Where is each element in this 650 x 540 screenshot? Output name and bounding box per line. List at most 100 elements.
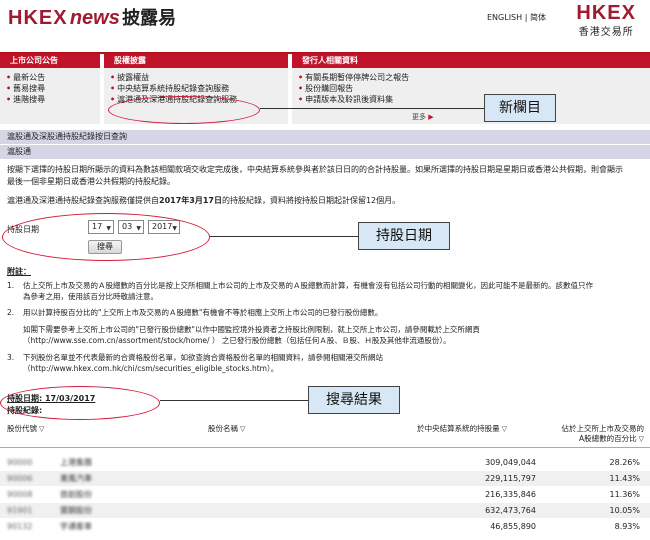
bullet-icon: •: [110, 73, 116, 82]
menu-item-label: 申請版本及聆訊後資料集: [305, 95, 394, 104]
menu-item-label: 中央結算系統持股紀錄查詢服務: [117, 84, 230, 93]
brand-cn-text: 香港交易所: [578, 27, 634, 38]
callout-search-result: 搜尋結果: [308, 386, 400, 414]
col-header-label: 佔於上交所上市及交易的: [561, 424, 645, 433]
callout-connector: [210, 236, 358, 237]
bullet-icon: •: [298, 73, 304, 82]
table-header: 股份代號 ▽ 股份名稱 ▽ 於中央結算系統的持股量 ▽ 佔於上交所上市及交易的 A股總…: [0, 420, 650, 448]
menu-col-body: • 最新公告 • 舊易搜尋 • 進階搜尋: [0, 68, 100, 124]
cell-stock-name: 東風汽車: [60, 474, 92, 483]
logo-news-text: news: [69, 7, 120, 29]
col-header-pct[interactable]: 佔於上交所上市及交易的 A股總數的百分比 ▽: [562, 424, 645, 444]
menu-item[interactable]: • 舊易搜尋: [6, 83, 100, 94]
hkexnews-logo[interactable]: HKEX news 披露易: [8, 4, 176, 30]
col-header-label: 於中央結算系統的持股量: [417, 424, 500, 433]
note-line: 下列股份名單並不代表最新的合資格股份名單，如欲查詢合資格股份名單的相關資料，請參…: [23, 353, 383, 362]
cell-stock-name: 寶鋼股份: [60, 506, 92, 515]
hkex-brand-logo[interactable]: HKEX 香港交易所: [576, 2, 636, 38]
cell-percent: 8.93%: [614, 522, 640, 531]
more-label: 更多: [412, 113, 426, 121]
menu-item[interactable]: • 最新公告: [6, 72, 100, 83]
col-header-name[interactable]: 股份名稱 ▽: [208, 424, 245, 434]
cell-stock-code: 90008: [7, 490, 33, 499]
menu-item[interactable]: • 申請版本及聆訊後資料集: [298, 94, 650, 105]
cell-percent: 28.26%: [609, 458, 640, 467]
menu-col-title[interactable]: 上市公司公告: [0, 54, 100, 68]
note-text: 估上交所上市及交易的Ａ股總數的百分比是按上交所相關上市公司的上市及交易的Ａ股總數…: [23, 280, 648, 302]
note-line: 如閣下需要參考上交所上市公司的"已發行股份總數"以作中國監控境外投資者之持股比例…: [23, 325, 480, 334]
col-header-label: 股份代號: [7, 424, 37, 433]
callout-holding-date: 持股日期: [358, 222, 450, 250]
menu-col-title[interactable]: 股權披露: [104, 54, 288, 68]
table-row: 90006 東風汽車 229,115,797 11.43%: [0, 471, 650, 486]
col-header-code[interactable]: 股份代號 ▽: [7, 424, 44, 434]
note-line: 估上交所上市及交易的Ａ股總數的百分比是按上交所相關上市公司的上市及交易的Ａ股總數…: [23, 281, 593, 290]
lang-simplified-link[interactable]: 简体: [530, 13, 546, 22]
menu-item[interactable]: • 股份購回報告: [298, 83, 650, 94]
more-link[interactable]: 更多 ▶: [412, 112, 434, 122]
sort-icon: ▽: [240, 425, 246, 433]
menu-item-label: 進階搜尋: [13, 95, 46, 104]
menu-item-label: 最新公告: [13, 73, 46, 82]
cell-shares: 632,473,764: [485, 506, 536, 515]
menu-item-label: 股份購回報告: [305, 84, 354, 93]
note-number: 3.: [7, 353, 15, 362]
section-title-bar: 滬股通及深股通持股紀錄按日查詢: [0, 130, 650, 144]
menu-item[interactable]: • 披露權益: [110, 72, 288, 83]
menu-col-body: • 有關長期暫停停牌公司之報告 • 股份購回報告 • 申請版本及聆訊後資料集: [292, 68, 650, 124]
cell-percent: 11.36%: [609, 490, 640, 499]
cell-shares: 229,115,797: [485, 474, 536, 483]
cell-shares: 309,049,044: [485, 458, 536, 467]
cell-stock-name: 上港集團: [60, 458, 92, 467]
table-row: 90000 上港集團 309,049,044 28.26%: [0, 455, 650, 470]
lang-english-link[interactable]: ENGLISH: [487, 13, 522, 22]
section-subtitle-bar: 滬股通: [0, 145, 650, 159]
note-number: 2.: [7, 308, 15, 317]
intro-line-3: 滬港通及深港通持股紀錄查詢服務僅提供自2017年3月17日的持股紀錄，資料將按持…: [7, 195, 400, 207]
cell-stock-code: 90132: [7, 522, 33, 531]
table-row: 91901 寶鋼股份 632,473,764 10.05%: [0, 503, 650, 518]
menu-item[interactable]: • 有關長期暫停停牌公司之報告: [298, 72, 650, 83]
intro-line-3-post: 的持股紀錄，資料將按持股日期起計保留12個月。: [221, 196, 401, 205]
menu-item-label: 舊易搜尋: [13, 84, 46, 93]
lang-separator: |: [524, 13, 528, 22]
col-header-label: A股總數的百分比: [578, 434, 637, 443]
bullet-icon: •: [110, 84, 116, 93]
cell-shares: 216,335,846: [485, 490, 536, 499]
logo-hkex-text: HKEX: [8, 7, 68, 29]
note-line: 為參考之用，使用該百分比時敬請注意。: [23, 292, 158, 301]
page-header: HKEX news 披露易 ENGLISH | 简体 HKEX 香港交易所: [0, 0, 650, 44]
menu-item-label: 有關長期暫停停牌公司之報告: [305, 73, 410, 82]
bullet-icon: •: [6, 95, 12, 104]
cell-percent: 11.43%: [609, 474, 640, 483]
note-text: 用以計算持股百分比的"上交所上市及交易的Ａ股總數"有機會不等於相應上交所上市公司…: [23, 307, 648, 346]
cell-percent: 10.05%: [609, 506, 640, 515]
sort-icon: ▽: [638, 435, 644, 443]
intro-line-2: 最後一個非星期日或香港公共假期的持股紀錄。: [7, 177, 175, 186]
menu-item[interactable]: • 中央結算系統持股紀錄查詢服務: [110, 83, 288, 94]
note-3: 3. 下列股份名單並不代表最新的合資格股份名單，如欲查詢合資格股份名單的相關資料…: [7, 352, 647, 373]
note-line: 用以計算持股百分比的"上交所上市及交易的Ａ股總數"有機會不等於相應上交所上市公司…: [23, 308, 383, 317]
note-link-line[interactable]: （http://www.hkex.com.hk/chi/csm/securiti…: [23, 363, 648, 374]
cell-shares: 46,855,890: [490, 522, 536, 531]
note-link-line[interactable]: （http://www.sse.com.cn/assortment/stock/…: [23, 335, 648, 346]
note-2: 2. 用以計算持股百分比的"上交所上市及交易的Ａ股總數"有機會不等於相應上交所上…: [7, 307, 647, 345]
bullet-icon: •: [298, 95, 304, 104]
bullet-icon: •: [298, 84, 304, 93]
menu-item[interactable]: • 進階搜尋: [6, 94, 100, 105]
highlight-ellipse-holding-date: [2, 213, 210, 261]
highlight-ellipse-new-item: [108, 96, 260, 124]
note-number: 1.: [7, 281, 15, 290]
col-header-shares[interactable]: 於中央結算系統的持股量 ▽: [417, 424, 507, 434]
intro-line-3-pre: 滬港通及深港通持股紀錄查詢服務僅提供自: [7, 196, 159, 205]
sort-icon: ▽: [39, 425, 45, 433]
cell-stock-code: 91901: [7, 506, 33, 515]
logo-cn-text: 披露易: [122, 8, 177, 28]
cell-stock-name: 宇通客車: [60, 522, 92, 531]
menu-item-label: 披露權益: [117, 73, 150, 82]
brand-en-text: HKEX: [576, 2, 636, 24]
callout-connector: [260, 108, 484, 109]
cell-stock-code: 90006: [7, 474, 33, 483]
intro-start-date: 2017年3月17日: [159, 196, 222, 205]
menu-col-title[interactable]: 發行人相關資料: [292, 54, 650, 68]
